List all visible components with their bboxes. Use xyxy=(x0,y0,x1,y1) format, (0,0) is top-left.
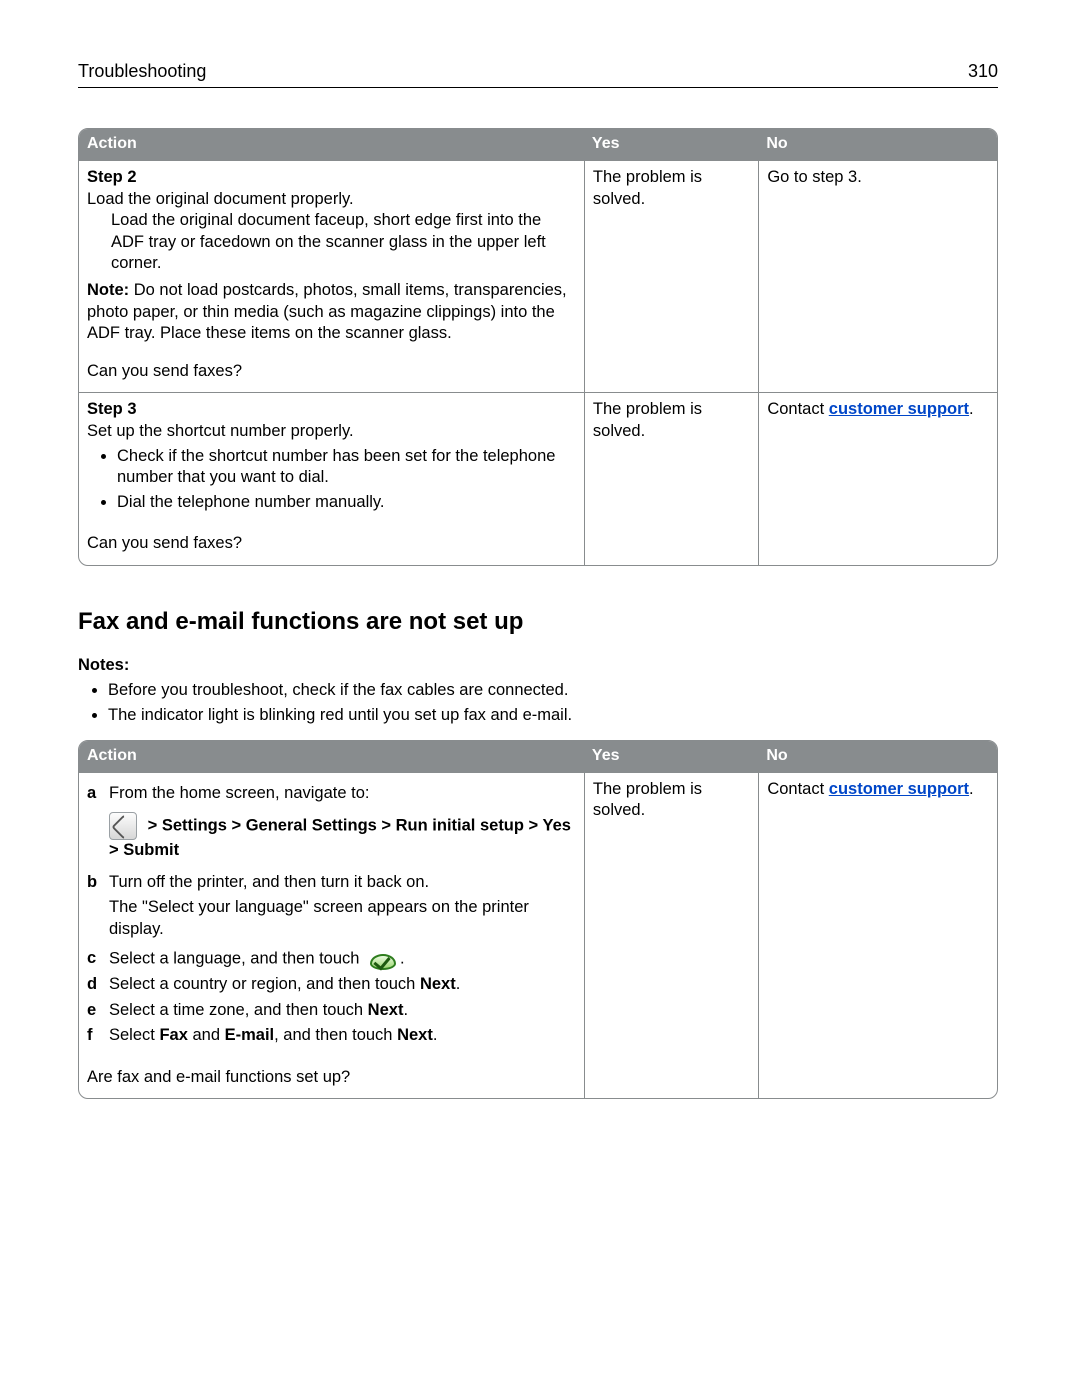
step2-yes: The problem is solved. xyxy=(584,160,758,392)
page-number: 310 xyxy=(968,60,998,83)
customer-support-link[interactable]: customer support xyxy=(829,780,969,798)
step2-action-cell: Step 2 Load the original document proper… xyxy=(79,160,584,392)
no-prefix: Contact xyxy=(767,780,828,798)
notes-label: Notes: xyxy=(78,655,998,676)
col-no: No xyxy=(758,129,997,160)
step3-b2: Dial the telephone number manually. xyxy=(117,492,576,513)
page-header: Troubleshooting 310 xyxy=(78,60,998,88)
f-after: . xyxy=(433,1026,438,1044)
section-note2: The indicator light is blinking red unti… xyxy=(108,705,998,726)
e-pre: Select a time zone, and then touch xyxy=(109,1001,368,1019)
c-after: . xyxy=(400,950,405,968)
table-row: Step 3 Set up the shortcut number proper… xyxy=(79,392,997,565)
step3-question: Can you send faxes? xyxy=(87,533,576,554)
f-mid: and xyxy=(188,1026,225,1044)
page: Troubleshooting 310 Action Yes No Step 2… xyxy=(78,60,998,1099)
f-pre: Select xyxy=(109,1026,159,1044)
item-d: Select a country or region, and then tou… xyxy=(109,974,576,995)
f-b1: Fax xyxy=(159,1026,187,1044)
setup-question: Are fax and e‑mail functions set up? xyxy=(87,1067,576,1088)
step2-note: Note: Do not load postcards, photos, sma… xyxy=(87,280,576,344)
step2-no: Go to step 3. xyxy=(758,160,997,392)
no-suffix: . xyxy=(969,400,974,418)
no-suffix: . xyxy=(969,780,974,798)
item-c: Select a language, and then touch . xyxy=(109,948,576,970)
step2-question: Can you send faxes? xyxy=(87,361,576,382)
troubleshoot-table-1: Action Yes No Step 2 Load the original d… xyxy=(78,128,998,565)
d-after: . xyxy=(456,975,461,993)
b-text: Turn off the printer, and then turn it b… xyxy=(109,873,429,891)
col-action: Action xyxy=(79,129,584,160)
d-bold: Next xyxy=(420,975,456,993)
setup-no: Contact customer support. xyxy=(758,772,997,1098)
setup-yes: The problem is solved. xyxy=(584,772,758,1098)
setup-action-cell: aFrom the home screen, navigate to: > Se… xyxy=(79,772,584,1098)
d-pre: Select a country or region, and then tou… xyxy=(109,975,420,993)
step3-b1: Check if the shortcut number has been se… xyxy=(117,446,576,489)
e-after: . xyxy=(403,1001,408,1019)
table-header-row: Action Yes No xyxy=(79,129,997,160)
step2-title: Step 2 xyxy=(87,168,137,186)
no-prefix: Contact xyxy=(767,400,828,418)
table-header-row: Action Yes No xyxy=(79,741,997,772)
f-mid2: , and then touch xyxy=(274,1026,397,1044)
check-icon xyxy=(368,948,396,970)
step3-title: Step 3 xyxy=(87,400,137,418)
header-title: Troubleshooting xyxy=(78,60,206,83)
note-text: Do not load postcards, photos, small ite… xyxy=(87,281,567,342)
table-row: aFrom the home screen, navigate to: > Se… xyxy=(79,772,997,1098)
nav-path: > Settings > General Settings > Run init… xyxy=(87,812,576,861)
customer-support-link[interactable]: customer support xyxy=(829,400,969,418)
col-yes: Yes xyxy=(584,129,758,160)
step3-line1: Set up the shortcut number properly. xyxy=(87,421,576,442)
item-f: Select Fax and E‑mail, and then touch Ne… xyxy=(109,1025,576,1046)
step3-no: Contact customer support. xyxy=(758,392,997,565)
col-action: Action xyxy=(79,741,584,772)
step2-detail: Load the original document faceup, short… xyxy=(87,210,576,274)
item-a: From the home screen, navigate to: xyxy=(109,783,576,804)
f-b3: Next xyxy=(397,1026,433,1044)
section-notes: Before you troubleshoot, check if the fa… xyxy=(108,680,998,726)
b-detail: The "Select your language" screen appear… xyxy=(109,897,576,940)
col-yes: Yes xyxy=(584,741,758,772)
step2-line1: Load the original document properly. xyxy=(87,189,576,210)
table-row: Step 2 Load the original document proper… xyxy=(79,160,997,392)
troubleshoot-table-2: Action Yes No aFrom the home screen, nav… xyxy=(78,740,998,1099)
path-prefix: > xyxy=(143,817,162,835)
wrench-icon xyxy=(109,812,137,840)
step3-action-cell: Step 3 Set up the shortcut number proper… xyxy=(79,392,584,565)
c-pre: Select a language, and then touch xyxy=(109,950,364,968)
item-b: Turn off the printer, and then turn it b… xyxy=(109,872,576,940)
section-note1: Before you troubleshoot, check if the fa… xyxy=(108,680,998,701)
step3-yes: The problem is solved. xyxy=(584,392,758,565)
col-no: No xyxy=(758,741,997,772)
e-bold: Next xyxy=(368,1001,404,1019)
section-heading: Fax and e-mail functions are not set up xyxy=(78,606,998,637)
item-e: Select a time zone, and then touch Next. xyxy=(109,1000,576,1021)
f-b2: E‑mail xyxy=(225,1026,275,1044)
path-text: Settings > General Settings > Run initia… xyxy=(109,817,571,860)
note-label: Note: xyxy=(87,281,129,299)
step3-bullets: Check if the shortcut number has been se… xyxy=(117,446,576,513)
